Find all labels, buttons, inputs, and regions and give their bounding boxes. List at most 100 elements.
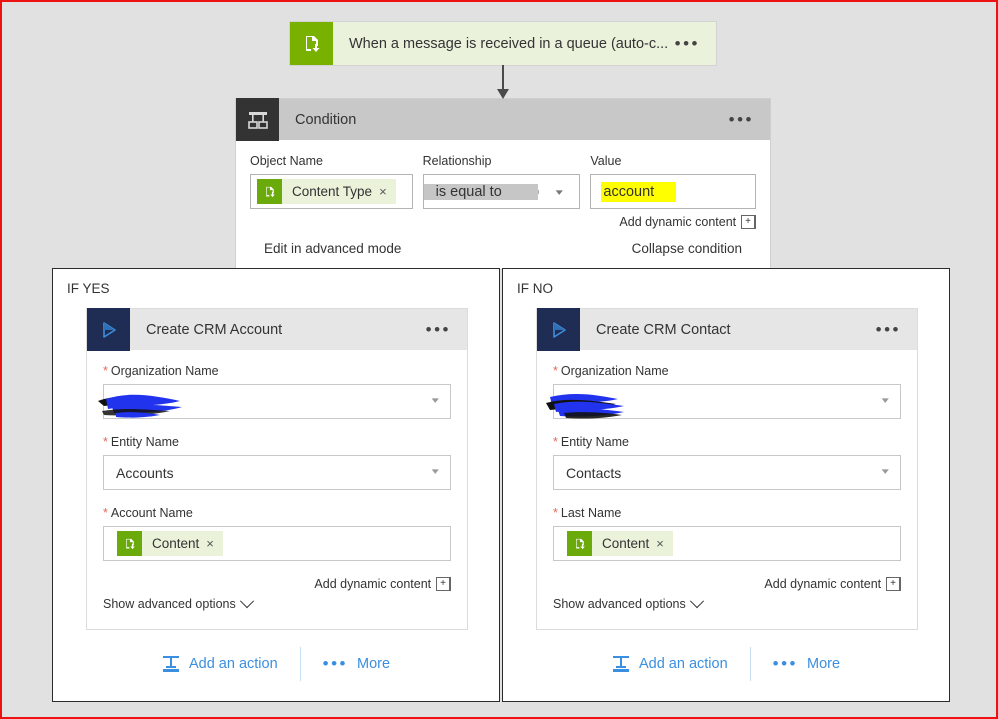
add-dynamic-content-plus-icon[interactable]: + xyxy=(436,577,451,591)
token-queue-icon xyxy=(117,531,142,556)
condition-header[interactable]: Condition ••• xyxy=(236,98,770,141)
show-advanced-options-label: Show advanced options xyxy=(553,597,686,611)
branch-if-yes-footer: Add an action ••• More xyxy=(53,647,499,681)
branch-if-yes: IF YES Create CRM Account ••• * Organizat… xyxy=(52,268,500,702)
caret-glyph: ▾ xyxy=(555,186,564,197)
more-button[interactable]: ••• More xyxy=(751,654,862,673)
chevron-down-icon xyxy=(239,594,254,609)
organization-name-label: * Organization Name xyxy=(103,364,219,378)
entity-name-label: * Entity Name xyxy=(103,435,179,449)
condition-row: Object Name Content Type × Relationship … xyxy=(250,154,756,229)
action-body: * Organization Name ▾ * Entity Name xyxy=(537,350,917,629)
value-label: Value xyxy=(590,154,622,168)
trigger-title: When a message is received in a queue (a… xyxy=(349,35,669,52)
action-body: * Organization Name ▾ * Entity Name xyxy=(87,350,467,629)
organization-name-chevron-down-icon[interactable]: ▾ xyxy=(882,396,889,405)
last-name-input[interactable]: Content × xyxy=(553,526,901,561)
branch-if-no-label: IF NO xyxy=(517,281,553,296)
condition-footer: Edit in advanced mode Collapse condition xyxy=(250,229,756,269)
token-queue-icon xyxy=(257,179,282,204)
organization-name-chevron-down-icon[interactable]: ▾ xyxy=(432,396,439,405)
required-asterisk: * xyxy=(103,364,108,378)
add-action-icon xyxy=(162,656,179,672)
edit-advanced-mode-link[interactable]: Edit in advanced mode xyxy=(264,241,401,256)
connector-arrow xyxy=(495,65,511,100)
object-name-field: Object Name Content Type × xyxy=(250,154,413,209)
condition-menu-button[interactable]: ••• xyxy=(729,111,770,128)
dynamics-crm-icon xyxy=(537,308,580,351)
action-menu-button[interactable]: ••• xyxy=(426,321,467,338)
branch-if-no: IF NO Create CRM Contact ••• * Organizati… xyxy=(502,268,950,702)
add-an-action-button[interactable]: Add an action xyxy=(140,655,300,673)
more-dots-icon: ••• xyxy=(772,654,798,673)
more-dots-icon: ••• xyxy=(322,654,348,673)
object-name-input[interactable]: Content Type × xyxy=(250,174,413,209)
content-token-label: Content xyxy=(152,536,200,551)
trigger-menu-button[interactable]: ••• xyxy=(675,35,716,52)
dynamics-crm-icon xyxy=(87,308,130,351)
last-name-label: * Last Name xyxy=(553,506,622,520)
content-token-remove[interactable]: × xyxy=(656,537,673,550)
redaction-scribble xyxy=(98,394,182,418)
value-text: account xyxy=(601,181,677,202)
action-add-dynamic-content[interactable]: Add dynamic content + xyxy=(103,577,451,591)
content-token-remove[interactable]: × xyxy=(206,537,223,550)
branch-if-no-footer: Add an action ••• More xyxy=(503,647,949,681)
value-input[interactable]: account xyxy=(590,174,756,209)
relationship-dropdown[interactable]: is equal to ▾ xyxy=(422,174,581,209)
more-label: More xyxy=(807,656,841,672)
content-type-token[interactable]: Content Type × xyxy=(257,179,396,204)
add-dynamic-content-plus-icon[interactable]: + xyxy=(886,577,901,591)
show-advanced-options-toggle[interactable]: Show advanced options xyxy=(103,591,451,623)
show-advanced-options-toggle[interactable]: Show advanced options xyxy=(553,591,901,623)
required-asterisk: * xyxy=(553,506,558,520)
object-name-label: Object Name xyxy=(250,154,323,168)
action-header[interactable]: Create CRM Account ••• xyxy=(87,308,467,351)
action-card-create-crm-contact: Create CRM Contact ••• * Organization Nam… xyxy=(536,308,918,630)
trigger-card[interactable]: When a message is received in a queue (a… xyxy=(290,22,716,65)
relationship-label: Relationship xyxy=(422,154,492,168)
more-button[interactable]: ••• More xyxy=(301,654,412,673)
more-label: More xyxy=(357,656,391,672)
add-dynamic-content-label: Add dynamic content xyxy=(314,577,432,591)
action-add-dynamic-content[interactable]: Add dynamic content + xyxy=(553,577,901,591)
content-token[interactable]: Content × xyxy=(117,531,223,556)
add-dynamic-content-label: Add dynamic content xyxy=(764,577,882,591)
token-queue-icon xyxy=(567,531,592,556)
entity-name-label: * Entity Name xyxy=(553,435,629,449)
action-title: Create CRM Account xyxy=(146,321,283,338)
branch-if-yes-label: IF YES xyxy=(67,281,110,296)
add-action-icon xyxy=(612,656,629,672)
add-an-action-button[interactable]: Add an action xyxy=(590,655,750,673)
add-an-action-label: Add an action xyxy=(188,656,278,672)
condition-add-dynamic-content[interactable]: Add dynamic content + xyxy=(590,215,756,229)
condition-card: Condition ••• Object Name Content Type ×… xyxy=(236,98,770,269)
entity-name-chevron-down-icon[interactable]: ▾ xyxy=(432,467,439,476)
chevron-down-icon xyxy=(689,594,704,609)
content-type-token-remove[interactable]: × xyxy=(379,185,396,198)
organization-name-input[interactable]: ▾ xyxy=(98,384,451,419)
entity-name-value: Contacts xyxy=(566,464,622,481)
add-dynamic-content-plus-icon[interactable]: + xyxy=(741,215,756,229)
required-asterisk: * xyxy=(103,506,108,520)
content-token-label: Content xyxy=(602,536,650,551)
action-title: Create CRM Contact xyxy=(596,321,731,338)
add-an-action-label: Add an action xyxy=(638,656,728,672)
entity-name-input[interactable]: Contacts ▾ xyxy=(553,455,901,490)
entity-name-chevron-down-icon[interactable]: ▾ xyxy=(882,467,889,476)
action-header[interactable]: Create CRM Contact ••• xyxy=(537,308,917,351)
required-asterisk: * xyxy=(553,435,558,449)
content-token[interactable]: Content × xyxy=(567,531,673,556)
flow-designer-canvas: When a message is received in a queue (a… xyxy=(0,0,998,719)
entity-name-value: Accounts xyxy=(116,464,174,481)
add-dynamic-content-label: Add dynamic content xyxy=(619,215,737,229)
relationship-value: is equal to xyxy=(423,183,539,200)
account-name-input[interactable]: Content × xyxy=(103,526,451,561)
collapse-condition-link[interactable]: Collapse condition xyxy=(632,241,742,256)
entity-name-input[interactable]: Accounts ▾ xyxy=(103,455,451,490)
value-text-wrapper: account xyxy=(591,181,677,202)
action-card-create-crm-account: Create CRM Account ••• * Organization Nam… xyxy=(86,308,468,630)
relationship-chevron-down-icon[interactable]: ▾ xyxy=(538,186,580,197)
action-menu-button[interactable]: ••• xyxy=(876,321,917,338)
organization-name-input[interactable]: ▾ xyxy=(546,384,901,419)
